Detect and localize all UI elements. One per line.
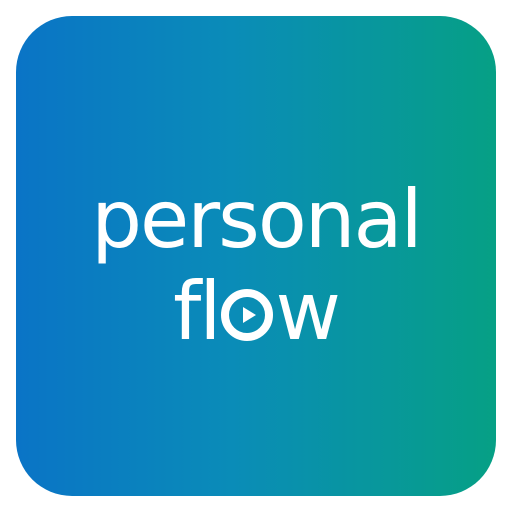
app-icon: personal fl w bbox=[16, 16, 496, 496]
logo-line-flow: fl w bbox=[16, 264, 496, 360]
play-circle-icon bbox=[221, 289, 274, 341]
logo-flow-suffix: w bbox=[275, 265, 340, 358]
logo-line-personal: personal bbox=[91, 173, 422, 266]
play-triangle-icon bbox=[243, 307, 257, 323]
logo-flow-prefix: fl bbox=[173, 265, 221, 358]
